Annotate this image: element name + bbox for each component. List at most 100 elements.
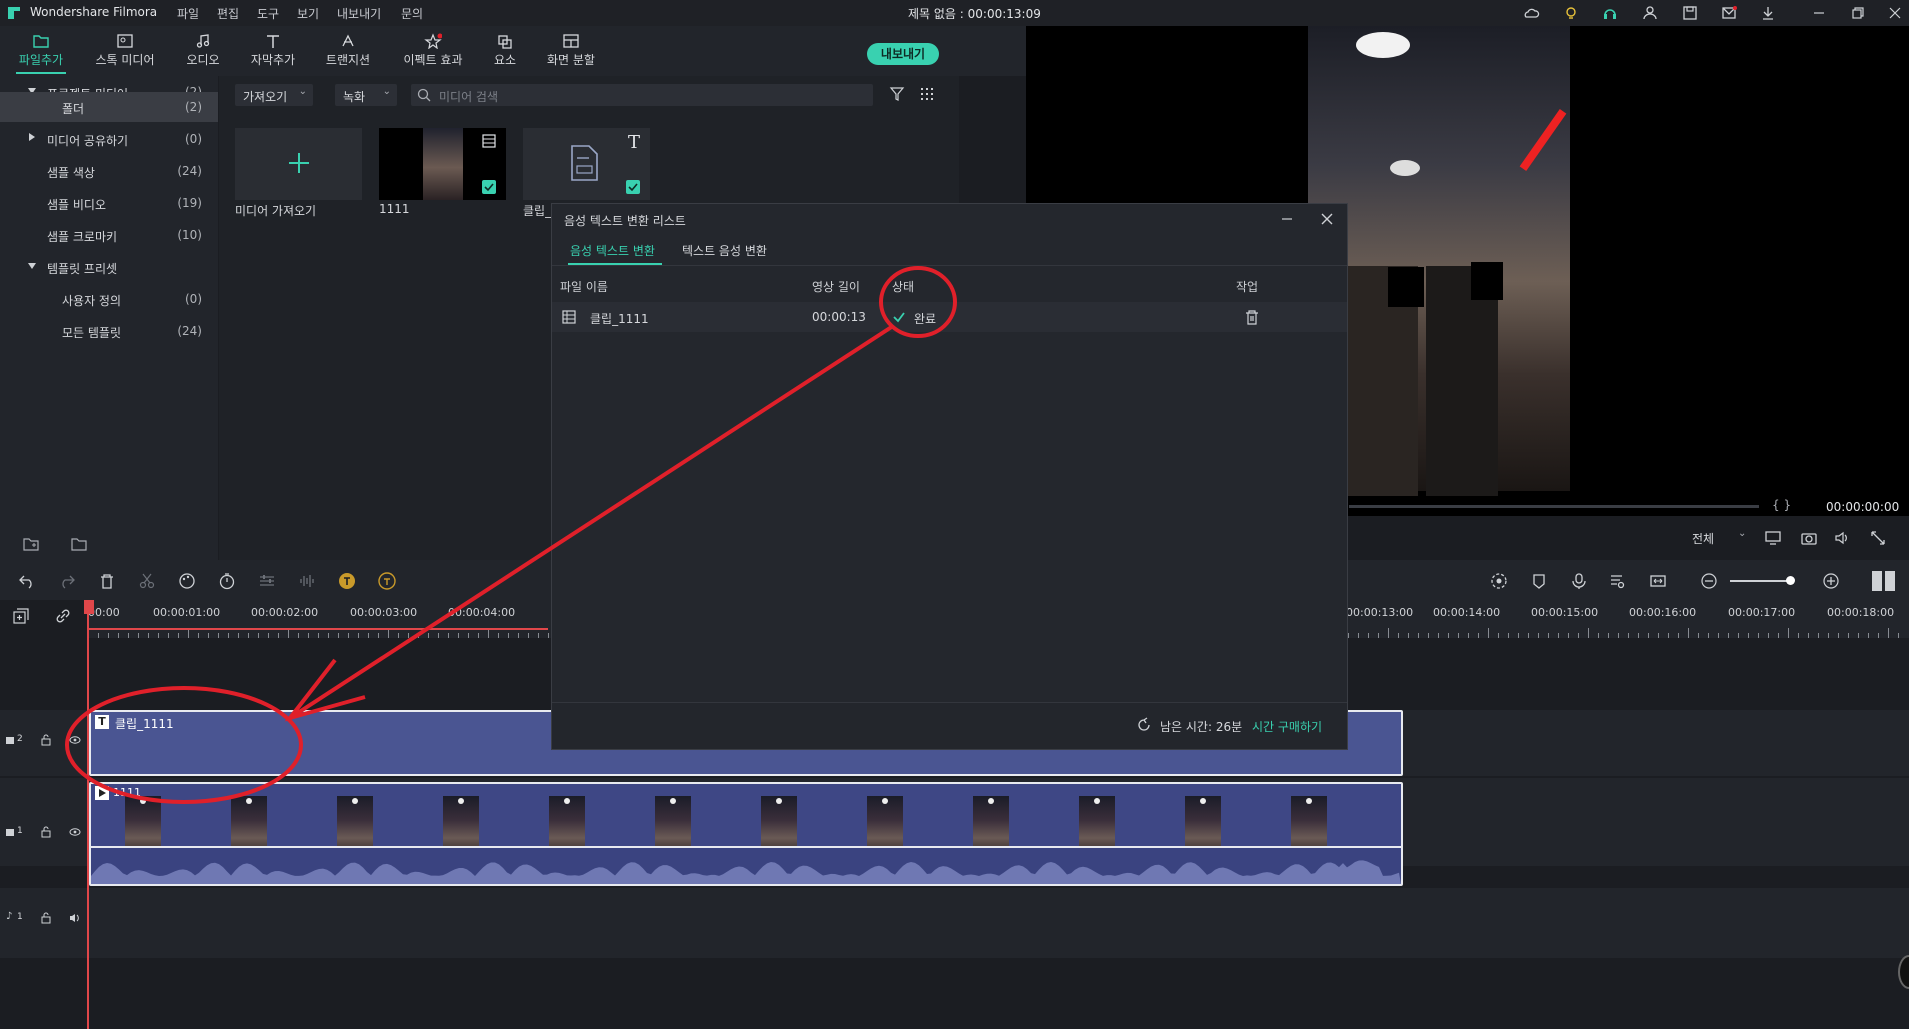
lightbulb-icon[interactable] bbox=[1562, 4, 1580, 22]
checkmark-icon[interactable] bbox=[482, 180, 496, 194]
audio-waveform-icon[interactable] bbox=[298, 572, 316, 590]
audio-mixer-icon[interactable] bbox=[1608, 572, 1626, 590]
mail-icon[interactable] bbox=[1720, 4, 1738, 22]
adjust-icon[interactable] bbox=[258, 572, 276, 590]
speech-to-text-icon[interactable] bbox=[337, 571, 357, 591]
delete-icon[interactable] bbox=[98, 572, 116, 590]
sidebar-item-sample-chromakey[interactable]: 샘플 크로마키 (10) bbox=[0, 219, 218, 251]
sidebar-item-sample-color[interactable]: 샘플 색상 (24) bbox=[0, 155, 218, 187]
zoom-dropdown[interactable]: 전체 ⌄ bbox=[1656, 528, 1756, 548]
marker-icon[interactable] bbox=[1530, 572, 1548, 590]
tab-transition[interactable]: 트랜지션 bbox=[313, 26, 383, 76]
tab-effects[interactable]: 이펙트 효과 bbox=[398, 26, 468, 76]
scissors-icon[interactable] bbox=[138, 572, 156, 590]
playhead-handle[interactable] bbox=[84, 600, 94, 614]
playhead[interactable] bbox=[87, 600, 89, 1029]
cloud-icon[interactable] bbox=[1522, 4, 1540, 22]
main-toolbar: 파일추가 스톡 미디어 오디오 자막추가 트랜지션 이펙트 효과 요소 화면 분… bbox=[0, 26, 1027, 76]
import-dropdown[interactable]: 가져오기 ⌄ bbox=[235, 84, 313, 106]
lock-icon[interactable] bbox=[41, 734, 51, 746]
tab-add-file[interactable]: 파일추가 bbox=[6, 26, 76, 76]
tab-elements[interactable]: 요소 bbox=[470, 26, 540, 76]
eye-icon[interactable] bbox=[69, 735, 81, 745]
media-thumb-video[interactable] bbox=[379, 128, 506, 200]
sidebar-item-custom[interactable]: 사용자 정의 (0) bbox=[0, 283, 218, 315]
restore-icon[interactable] bbox=[1849, 4, 1867, 22]
render-icon[interactable] bbox=[1490, 572, 1508, 590]
fit-timeline-icon[interactable] bbox=[1649, 572, 1667, 590]
search-input[interactable]: 미디어 검색 bbox=[411, 84, 873, 106]
tab-audio[interactable]: 오디오 bbox=[168, 26, 238, 76]
zoom-slider-handle[interactable] bbox=[1786, 576, 1795, 585]
save-icon[interactable] bbox=[1681, 4, 1699, 22]
text-to-speech-icon[interactable] bbox=[377, 571, 397, 591]
undo-icon[interactable] bbox=[18, 572, 36, 590]
sidebar-item-all-templates[interactable]: 모든 템플릿 (24) bbox=[0, 315, 218, 347]
buy-time-link[interactable]: 시간 구매하기 bbox=[1252, 718, 1322, 735]
filter-icon[interactable] bbox=[889, 86, 905, 102]
tab-speech-to-text[interactable]: 음성 텍스트 변환 bbox=[570, 242, 655, 259]
tab-stock-media[interactable]: 스톡 미디어 bbox=[90, 26, 160, 76]
tab-add-subtitle[interactable]: 자막추가 bbox=[238, 26, 308, 76]
preview-brackets[interactable]: { } bbox=[1772, 498, 1791, 512]
menu-tools[interactable]: 도구 bbox=[257, 5, 279, 22]
menu-edit[interactable]: 편집 bbox=[217, 5, 239, 22]
menu-export[interactable]: 내보내기 bbox=[337, 5, 381, 22]
record-dropdown-label: 녹화 bbox=[343, 90, 366, 104]
effects-icon bbox=[424, 33, 442, 49]
sidebar-item-sample-video[interactable]: 샘플 비디오 (19) bbox=[0, 187, 218, 219]
speed-timer-icon[interactable] bbox=[218, 572, 236, 590]
close-icon[interactable] bbox=[1886, 4, 1904, 22]
export-button[interactable]: 내보내기 bbox=[867, 43, 939, 65]
sidebar-item-template-preset[interactable]: 템플릿 프리셋 bbox=[0, 251, 218, 283]
preview-scrubber[interactable] bbox=[1349, 505, 1759, 508]
color-palette-icon[interactable] bbox=[178, 572, 196, 590]
video-clip[interactable]: 1111 bbox=[89, 782, 1403, 886]
menu-help[interactable]: 문의 bbox=[401, 5, 423, 22]
trash-icon[interactable] bbox=[1244, 309, 1260, 325]
menu-view[interactable]: 보기 bbox=[297, 5, 319, 22]
eye-icon[interactable] bbox=[69, 827, 81, 837]
audio-waveform bbox=[91, 848, 1401, 884]
new-folder-icon[interactable] bbox=[22, 536, 40, 552]
sidebar-item-label: 샘플 크로마키 bbox=[47, 230, 118, 244]
link-icon[interactable] bbox=[54, 607, 72, 625]
account-icon[interactable] bbox=[1641, 4, 1659, 22]
zoom-slider[interactable] bbox=[1730, 576, 1795, 585]
check-icon bbox=[892, 310, 906, 324]
lock-icon[interactable] bbox=[41, 826, 51, 838]
add-track-icon[interactable] bbox=[12, 607, 30, 625]
zoom-in-icon[interactable] bbox=[1822, 572, 1840, 590]
sidebar-item-media-share[interactable]: 미디어 공유하기 (0) bbox=[0, 123, 218, 155]
lock-icon[interactable] bbox=[41, 912, 51, 924]
chevron-down-icon: ⌄ bbox=[382, 86, 391, 97]
chevron-down-icon: ⌄ bbox=[1738, 528, 1747, 539]
media-thumb-subtitle[interactable]: T bbox=[523, 128, 650, 200]
minimize-icon[interactable] bbox=[1810, 4, 1828, 22]
fullscreen-icon[interactable] bbox=[1870, 530, 1886, 546]
microphone-icon[interactable] bbox=[1570, 572, 1588, 590]
record-dropdown[interactable]: 녹화 ⌄ bbox=[335, 84, 397, 106]
speaker-icon[interactable] bbox=[69, 912, 81, 924]
music-note-icon: ♪ bbox=[6, 911, 13, 922]
headset-icon[interactable] bbox=[1601, 4, 1619, 22]
download-icon[interactable] bbox=[1759, 4, 1777, 22]
camera-icon[interactable] bbox=[1800, 530, 1818, 546]
grid-view-icon[interactable] bbox=[919, 86, 935, 102]
checkmark-icon[interactable] bbox=[626, 180, 640, 194]
zoom-out-icon[interactable] bbox=[1700, 572, 1718, 590]
folder-icon[interactable] bbox=[70, 536, 88, 552]
layout-toggle-icon[interactable] bbox=[1870, 569, 1898, 593]
menu-file[interactable]: 파일 bbox=[177, 5, 199, 22]
sidebar-item-folder-row[interactable]: 폴더 (2) bbox=[0, 93, 218, 122]
import-media-tile[interactable] bbox=[235, 128, 362, 200]
tab-split-screen[interactable]: 화면 분할 bbox=[536, 26, 606, 76]
redo-icon[interactable] bbox=[58, 572, 76, 590]
sidebar-item-label: 사용자 정의 bbox=[62, 294, 122, 308]
dialog-close-icon[interactable] bbox=[1319, 211, 1335, 227]
dialog-minimize-icon[interactable] bbox=[1279, 211, 1295, 227]
monitor-icon[interactable] bbox=[1764, 530, 1782, 546]
table-row[interactable]: 클립_1111 00:00:13 완료 bbox=[552, 302, 1347, 332]
tab-text-to-speech[interactable]: 텍스트 음성 변환 bbox=[682, 242, 767, 259]
volume-icon[interactable] bbox=[1834, 530, 1852, 546]
